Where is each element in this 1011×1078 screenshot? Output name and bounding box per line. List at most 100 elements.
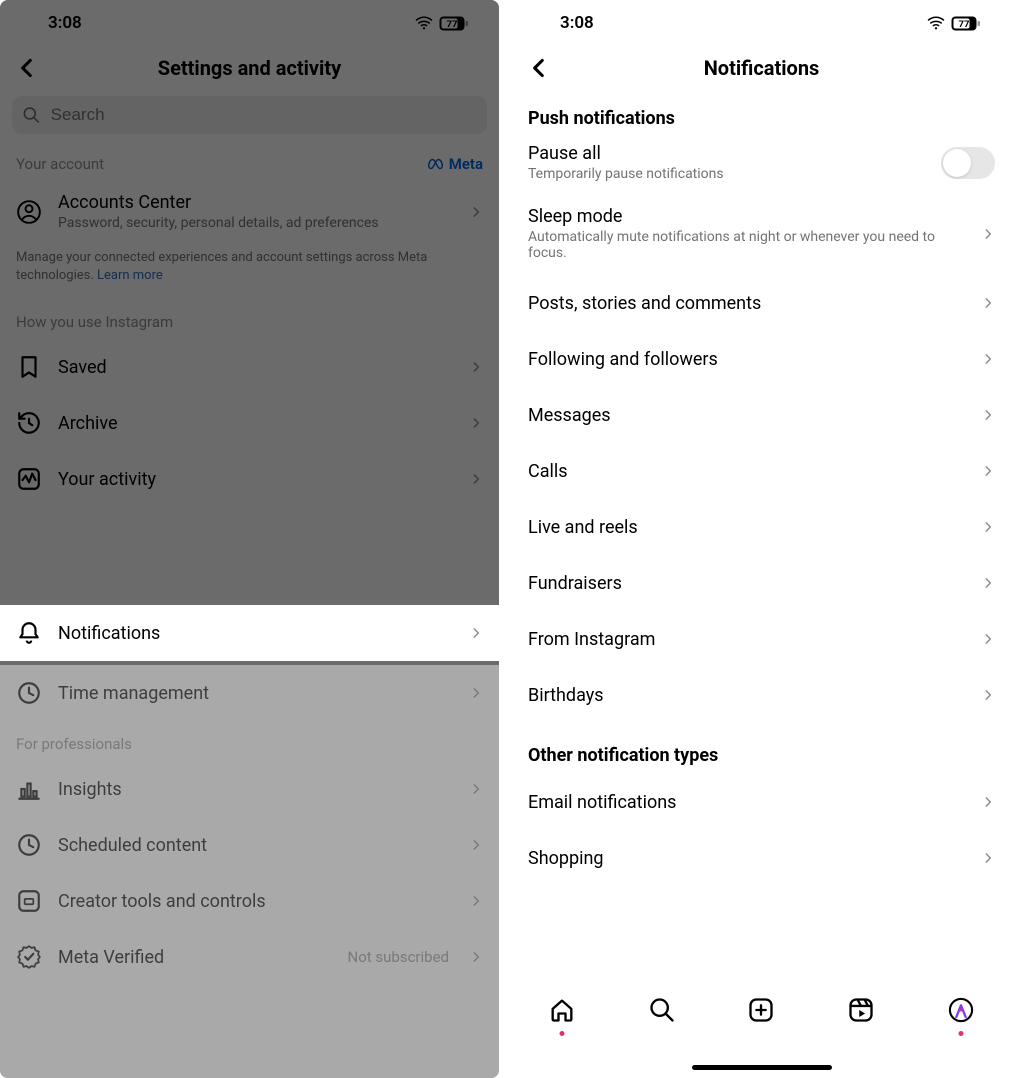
shopping-row[interactable]: Shopping — [512, 830, 1011, 886]
messages-row[interactable]: Messages — [512, 387, 1011, 443]
chevron-right-icon — [469, 838, 483, 852]
battery-icon: 77 — [951, 16, 981, 31]
bookmark-icon — [16, 354, 42, 380]
chevron-right-icon — [469, 782, 483, 796]
tab-search[interactable] — [648, 996, 676, 1028]
email-notifications-row[interactable]: Email notifications — [512, 774, 1011, 830]
accounts-center-title: Accounts Center — [58, 192, 453, 213]
search-icon — [648, 996, 676, 1024]
time-label: 3:08 — [48, 13, 82, 33]
clock-icon — [16, 680, 42, 706]
chevron-right-icon — [469, 894, 483, 908]
pause-title: Pause all — [528, 143, 925, 164]
nav-header: Settings and activity — [0, 42, 499, 94]
posts-stories-row[interactable]: Posts, stories and comments — [512, 275, 1011, 331]
chevron-right-icon — [981, 795, 995, 809]
page-title: Notifications — [512, 56, 1011, 80]
settings-screen: 3:08 77 Settings and activity Your accou… — [0, 0, 499, 1078]
accounts-center-row[interactable]: Accounts Center Password, security, pers… — [0, 178, 499, 245]
pause-sub: Temporarily pause notifications — [528, 166, 925, 182]
how-use-header: How you use Instagram — [0, 299, 499, 339]
chevron-right-icon — [469, 416, 483, 430]
sleep-mode-row[interactable]: Sleep mode Automatically mute notificati… — [512, 192, 1011, 275]
back-icon[interactable] — [526, 55, 552, 81]
back-icon[interactable] — [14, 55, 40, 81]
archive-row[interactable]: Archive — [0, 395, 499, 451]
chevron-right-icon — [981, 632, 995, 646]
wifi-icon — [415, 14, 433, 32]
sleep-title: Sleep mode — [528, 206, 965, 227]
chevron-right-icon — [469, 950, 483, 964]
accounts-center-sub: Password, security, personal details, ad… — [58, 215, 453, 231]
chevron-right-icon — [981, 851, 995, 865]
activity-icon — [16, 466, 42, 492]
svg-text:77: 77 — [959, 19, 970, 30]
scheduled-content-row[interactable]: Scheduled content — [0, 817, 499, 873]
calls-row[interactable]: Calls — [512, 443, 1011, 499]
chevron-right-icon — [981, 296, 995, 310]
status-bar: 3:08 77 — [0, 0, 499, 42]
explore-icon — [947, 996, 975, 1024]
insights-icon — [16, 776, 42, 802]
chevron-right-icon — [981, 352, 995, 366]
pause-all-row[interactable]: Pause all Temporarily pause notification… — [512, 137, 1011, 192]
search-bar[interactable] — [12, 96, 487, 134]
tab-bar — [512, 982, 1011, 1078]
manage-text: Manage your connected experiences and ac… — [0, 245, 499, 299]
saved-row[interactable]: Saved — [0, 339, 499, 395]
chevron-right-icon — [981, 688, 995, 702]
chevron-right-icon — [981, 464, 995, 478]
tab-explore[interactable] — [947, 996, 975, 1028]
birthdays-row[interactable]: Birthdays — [512, 667, 1011, 723]
tab-create[interactable] — [747, 996, 775, 1028]
learn-more-link[interactable]: Learn more — [97, 268, 163, 283]
status-bar: 3:08 77 — [512, 0, 1011, 42]
chevron-right-icon — [981, 408, 995, 422]
verified-icon — [16, 944, 42, 970]
chevron-right-icon — [469, 626, 483, 640]
insights-row[interactable]: Insights — [0, 761, 499, 817]
tab-reels[interactable] — [847, 996, 875, 1028]
time-label: 3:08 — [560, 13, 594, 33]
clock-icon — [16, 832, 42, 858]
professionals-header: For professionals — [0, 721, 499, 761]
chevron-right-icon — [981, 520, 995, 534]
from-instagram-row[interactable]: From Instagram — [512, 611, 1011, 667]
tab-home[interactable] — [548, 996, 576, 1028]
chevron-right-icon — [981, 227, 995, 241]
chevron-right-icon — [981, 576, 995, 590]
reels-icon — [847, 996, 875, 1024]
pause-toggle[interactable] — [941, 147, 995, 179]
search-icon — [22, 105, 41, 125]
page-title: Settings and activity — [0, 56, 499, 80]
your-account-header: Your account Meta — [0, 142, 499, 178]
account-icon — [16, 199, 42, 225]
creator-tools-row[interactable]: Creator tools and controls — [0, 873, 499, 929]
chevron-right-icon — [469, 686, 483, 700]
search-input[interactable] — [49, 104, 477, 126]
svg-text:77: 77 — [447, 19, 458, 30]
your-account-label: Your account — [16, 155, 412, 173]
following-followers-row[interactable]: Following and followers — [512, 331, 1011, 387]
plus-icon — [747, 996, 775, 1024]
time-management-row[interactable]: Time management — [0, 665, 499, 721]
notifications-row[interactable]: Notifications — [0, 605, 499, 661]
other-types-header: Other notification types — [512, 723, 1011, 774]
notifications-screen: 3:08 77 Notifications Push notifications… — [512, 0, 1011, 1078]
nav-header: Notifications — [512, 42, 1011, 94]
bell-icon — [16, 620, 42, 646]
home-icon — [548, 996, 576, 1024]
archive-icon — [16, 410, 42, 436]
tools-icon — [16, 888, 42, 914]
sleep-sub: Automatically mute notifications at nigh… — [528, 229, 965, 261]
battery-icon: 77 — [439, 16, 469, 31]
meta-icon — [428, 158, 446, 170]
fundraisers-row[interactable]: Fundraisers — [512, 555, 1011, 611]
meta-verified-row[interactable]: Meta Verified Not subscribed — [0, 929, 499, 985]
your-activity-row[interactable]: Your activity — [0, 451, 499, 507]
chevron-right-icon — [469, 472, 483, 486]
live-reels-row[interactable]: Live and reels — [512, 499, 1011, 555]
meta-brand: Meta — [428, 155, 483, 173]
chevron-right-icon — [469, 205, 483, 219]
home-indicator — [692, 1065, 832, 1070]
